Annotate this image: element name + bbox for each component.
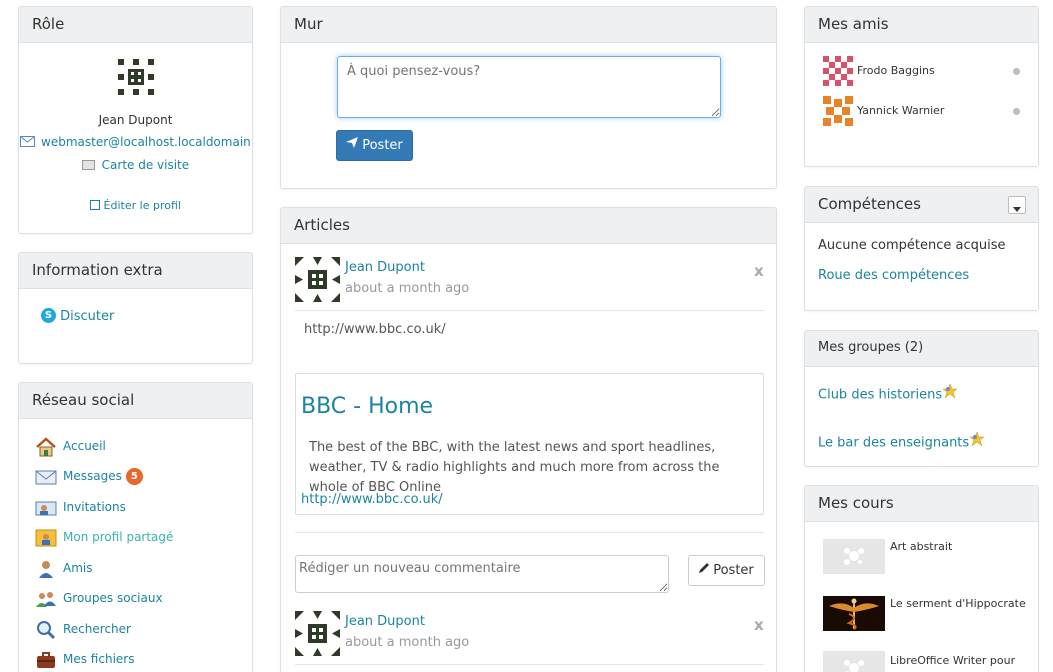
- send-icon: [346, 137, 359, 152]
- post-delete-button[interactable]: x: [754, 616, 764, 634]
- nav-item-shared-profile[interactable]: Mon profil partagé: [35, 526, 173, 548]
- group-admin-star-icon: [969, 431, 985, 450]
- friends-panel-title: Mes amis: [805, 7, 1038, 43]
- group-admin-star-icon: [942, 383, 958, 402]
- briefcase-icon: [35, 650, 57, 670]
- nav-item-friends[interactable]: Amis: [35, 557, 92, 579]
- nav-item-my-files[interactable]: Mes fichiers: [35, 648, 134, 670]
- skills-panel-title: Compétences: [805, 187, 1038, 223]
- skype-icon: S: [41, 308, 56, 323]
- nav-item-friends-label[interactable]: Amis: [63, 561, 92, 575]
- social-network-panel: Réseau social Accueil Messages 5 Invitati…: [18, 382, 253, 672]
- nav-item-social-groups[interactable]: Groupes sociaux: [35, 587, 163, 609]
- friend-name: Frodo Baggins: [857, 64, 935, 77]
- friend-item[interactable]: Frodo Baggins: [823, 55, 935, 86]
- offline-status-icon: [1013, 68, 1020, 75]
- post-author-link[interactable]: Jean Dupont: [345, 614, 425, 629]
- envelope-icon: [35, 467, 57, 487]
- nav-item-invitations-label[interactable]: Invitations: [63, 500, 126, 514]
- skills-panel: Compétences Aucune compétence acquise Ro…: [804, 186, 1039, 311]
- friend-item[interactable]: Yannick Warnier: [823, 95, 945, 126]
- nav-item-messages[interactable]: Messages 5: [35, 465, 143, 487]
- nav-item-shared-profile-label[interactable]: Mon profil partagé: [63, 530, 173, 544]
- course-thumbnail[interactable]: [823, 596, 885, 631]
- nav-item-home-label[interactable]: Accueil: [63, 439, 106, 453]
- wall-panel: Mur Poster: [280, 6, 777, 189]
- course-thumbnail[interactable]: [823, 539, 885, 574]
- user-avatar[interactable]: [116, 57, 156, 97]
- link-preview-title[interactable]: BBC - Home: [301, 394, 433, 419]
- post-delete-button[interactable]: x: [754, 262, 764, 280]
- post-timestamp: about a month ago: [345, 635, 470, 650]
- extra-info-title: Information extra: [19, 253, 252, 289]
- wall-post-input[interactable]: [337, 56, 721, 118]
- friends-panel: Mes amis Frodo Baggins Yannick Warnier: [804, 6, 1039, 167]
- email-link[interactable]: webmaster@localhost.localdomain: [41, 135, 251, 149]
- nav-item-social-groups-label[interactable]: Groupes sociaux: [63, 591, 163, 605]
- search-icon: [35, 620, 57, 640]
- extra-info-panel: Information extra S Discuter: [18, 252, 253, 364]
- user-name: Jean Dupont: [98, 113, 173, 127]
- caret-down-icon: [1013, 207, 1021, 212]
- post-header-divider: [295, 664, 764, 665]
- offline-status-icon: [1013, 108, 1020, 115]
- articles-panel-title: Articles: [281, 208, 776, 244]
- wall-post-button[interactable]: Poster: [336, 130, 413, 161]
- post-text: http://www.bbc.co.uk/: [304, 322, 446, 337]
- post-author-link[interactable]: Jean Dupont: [345, 260, 425, 275]
- no-skills-text: Aucune compétence acquise: [818, 238, 1006, 253]
- skills-wheel-link[interactable]: Roue des compétences: [818, 268, 969, 283]
- edit-profile-link[interactable]: Éditer le profil: [104, 199, 181, 212]
- home-icon: [35, 436, 57, 457]
- comment-post-button[interactable]: Poster: [688, 555, 765, 586]
- role-panel: Rôle Jean Dupont webmaster@localhost.loc…: [18, 6, 253, 234]
- post-comments-divider: [295, 532, 764, 533]
- link-preview-card[interactable]: BBC - Home The best of the BBC, with the…: [295, 373, 764, 515]
- groups-panel: Mes groupes (2) Club des historiens Le b…: [804, 330, 1039, 467]
- pencil-icon: [699, 562, 710, 577]
- social-network-title: Réseau social: [19, 383, 252, 419]
- friend-name: Yannick Warnier: [857, 104, 945, 117]
- nav-item-search-label[interactable]: Rechercher: [63, 622, 131, 636]
- role-panel-title: Rôle: [19, 7, 252, 43]
- envelope-icon: [20, 136, 36, 147]
- nav-item-home[interactable]: Accueil: [35, 435, 106, 457]
- invitation-icon: [35, 498, 57, 518]
- post-header-divider: [295, 310, 764, 311]
- nav-item-messages-label[interactable]: Messages: [63, 469, 122, 483]
- link-preview-url[interactable]: http://www.bbc.co.uk/: [301, 492, 443, 507]
- comment-input[interactable]: [295, 555, 669, 593]
- articles-panel: Articles Jean Dupont about a month ago x…: [280, 207, 777, 672]
- group-link[interactable]: Club des historiens: [818, 388, 942, 403]
- nav-item-invitations[interactable]: Invitations: [35, 496, 126, 518]
- courses-panel: Mes cours Art abstrait Le serment d'Hipp…: [804, 485, 1039, 672]
- wall-panel-title: Mur: [281, 7, 776, 43]
- nav-item-search[interactable]: Rechercher: [35, 618, 131, 640]
- skills-dropdown-button[interactable]: [1008, 196, 1026, 214]
- shared-profile-icon: [35, 528, 57, 548]
- course-title[interactable]: Art abstrait: [890, 540, 952, 553]
- post-timestamp: about a month ago: [345, 281, 470, 296]
- friend-avatar: [823, 55, 853, 86]
- link-preview-description: The best of the BBC, with the latest new…: [309, 440, 720, 495]
- messages-badge: 5: [125, 468, 143, 485]
- groups-panel-title: Mes groupes (2): [805, 331, 1038, 367]
- post-author-avatar[interactable]: [295, 611, 340, 656]
- wall-post-button-label: Poster: [362, 138, 403, 153]
- business-card-icon: [81, 159, 95, 170]
- edit-icon: [90, 200, 101, 210]
- nav-item-my-files-label[interactable]: Mes fichiers: [63, 652, 134, 666]
- group-link[interactable]: Le bar des enseignants: [818, 436, 969, 451]
- course-title[interactable]: LibreOffice Writer pour: [890, 654, 1015, 667]
- chat-link[interactable]: Discuter: [60, 309, 114, 324]
- post-author-avatar[interactable]: [295, 257, 340, 302]
- groups-icon: [35, 589, 57, 609]
- friend-icon: [35, 559, 57, 579]
- courses-panel-title: Mes cours: [805, 486, 1038, 522]
- friend-avatar: [823, 95, 853, 126]
- course-title[interactable]: Le serment d'Hippocrate: [890, 597, 1026, 610]
- comment-post-button-label: Poster: [713, 563, 754, 578]
- course-thumbnail[interactable]: [823, 651, 885, 672]
- business-card-link[interactable]: Carte de visite: [102, 158, 190, 172]
